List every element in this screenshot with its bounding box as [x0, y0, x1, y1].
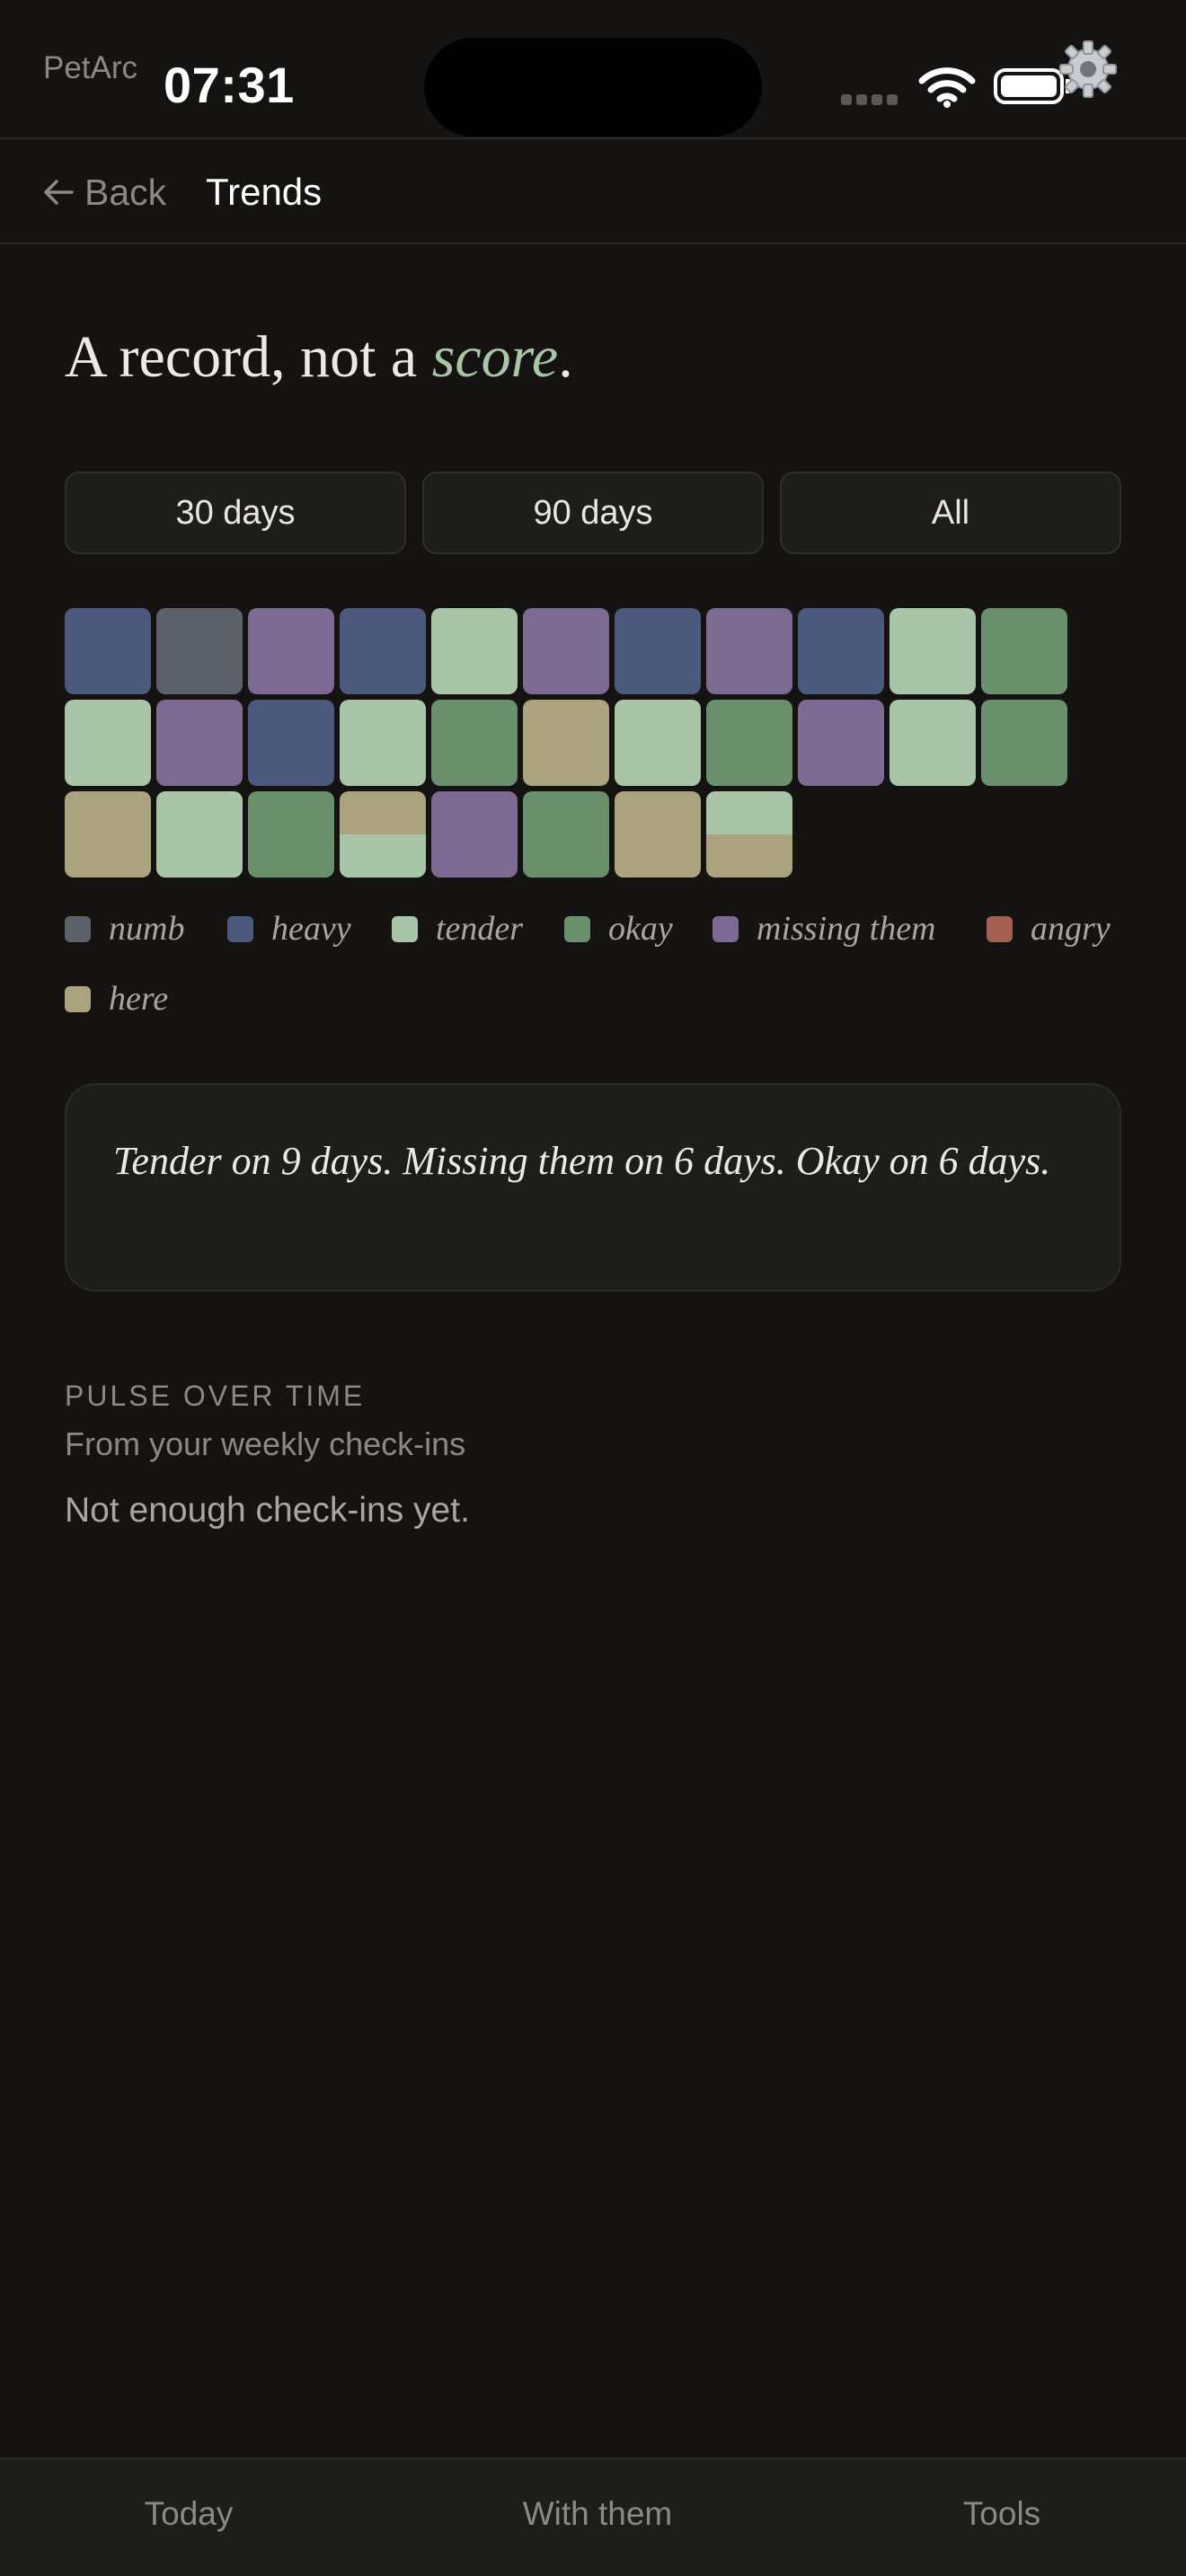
range-tab-label: All	[931, 493, 970, 532]
calendar-day-cell[interactable]	[981, 700, 1067, 786]
tab-today[interactable]: Today	[99, 2495, 279, 2533]
calendar-day-cell[interactable]	[340, 608, 426, 694]
calendar-day-cell[interactable]	[706, 700, 792, 786]
legend-label: okay	[608, 910, 673, 948]
arrow-left-icon	[44, 180, 74, 205]
range-tab-label: 90 days	[533, 493, 653, 532]
legend-label: tender	[436, 910, 524, 948]
calendar-day-cell[interactable]	[431, 608, 518, 694]
nav-divider	[0, 243, 1186, 244]
legend-swatch	[65, 915, 91, 942]
legend-item: numb	[65, 909, 184, 948]
tab-tools[interactable]: Tools	[912, 2495, 1092, 2533]
headline: A record, not a score.	[65, 323, 573, 392]
legend-swatch	[227, 915, 253, 942]
tab-with-them[interactable]: With them	[485, 2495, 710, 2533]
calendar-day-mood-bottom	[706, 834, 792, 878]
summary-text: Tender on 9 days. Missing them on 6 days…	[113, 1139, 1051, 1183]
range-tab-all[interactable]: All	[780, 472, 1121, 554]
calendar-day-cell[interactable]	[981, 608, 1067, 694]
legend-item: tender	[392, 909, 523, 948]
calendar-day-cell[interactable]	[890, 608, 976, 694]
status-bar: PetArc 07:31	[0, 0, 1186, 138]
calendar-day-cell[interactable]	[615, 608, 701, 694]
calendar-day-cell[interactable]	[248, 700, 334, 786]
calendar-day-cell[interactable]	[523, 791, 609, 878]
legend-label: numb	[109, 910, 185, 948]
calendar-day-cell[interactable]	[706, 608, 792, 694]
calendar-day-cell[interactable]	[156, 791, 243, 878]
pulse-section-label: PULSE OVER TIME	[65, 1380, 366, 1412]
calendar-day-cell[interactable]	[340, 791, 426, 878]
pulse-empty-message: Not enough check-ins yet.	[65, 1491, 470, 1530]
calendar-day-mood-top	[340, 791, 426, 834]
headline-emphasis: score	[431, 324, 559, 390]
app-name: PetArc	[43, 50, 138, 85]
calendar-day-cell[interactable]	[248, 791, 334, 878]
pulse-section-subtitle: From your weekly check-ins	[65, 1425, 466, 1462]
calendar-day-mood-top	[706, 791, 792, 834]
legend-label: here	[109, 980, 169, 1018]
range-tab-90-days[interactable]: 90 days	[422, 472, 764, 554]
calendar-day-cell[interactable]	[65, 791, 151, 878]
calendar-day-cell[interactable]	[65, 700, 151, 786]
calendar-day-cell[interactable]	[706, 791, 792, 878]
calendar-day-cell[interactable]	[431, 700, 518, 786]
legend-swatch	[712, 915, 739, 942]
calendar-day-cell[interactable]	[890, 700, 976, 786]
calendar-day-cell[interactable]	[523, 608, 609, 694]
status-divider	[0, 137, 1186, 139]
headline-end: .	[558, 324, 573, 390]
legend-label: heavy	[271, 910, 351, 948]
range-tab-label: 30 days	[175, 493, 296, 532]
calendar-day-cell[interactable]	[431, 791, 518, 878]
calendar-day-cell[interactable]	[523, 700, 609, 786]
range-tab-30-days[interactable]: 30 days	[65, 472, 406, 554]
calendar-day-cell[interactable]	[248, 608, 334, 694]
calendar-day-cell[interactable]	[615, 700, 701, 786]
legend-item: here	[65, 979, 168, 1019]
mood-calendar-grid	[65, 608, 1125, 879]
calendar-day-cell[interactable]	[798, 700, 884, 786]
wifi-icon	[918, 67, 976, 108]
summary-card: Tender on 9 days. Missing them on 6 days…	[65, 1083, 1121, 1292]
page-title: Trends	[206, 171, 323, 213]
legend-item: angry	[987, 909, 1111, 948]
bottom-tab-bar: Today With them Tools	[0, 2457, 1186, 2576]
legend-item: heavy	[227, 909, 351, 948]
dynamic-island	[424, 38, 762, 137]
calendar-day-cell[interactable]	[340, 700, 426, 786]
cellular-signal-icon	[841, 94, 902, 107]
trends-screen: PetArc 07:31 Back Trends A record, not a…	[0, 0, 1186, 2576]
calendar-day-mood-bottom	[340, 834, 426, 878]
legend-item: missing them	[712, 909, 936, 948]
calendar-day-cell[interactable]	[156, 700, 243, 786]
legend-label: missing them	[757, 910, 936, 948]
back-label: Back	[84, 171, 167, 213]
gear-icon[interactable]	[1058, 40, 1118, 99]
legend-swatch	[392, 915, 418, 942]
back-button[interactable]: Back	[43, 165, 166, 219]
calendar-day-cell[interactable]	[798, 608, 884, 694]
headline-text: A record, not a	[65, 324, 432, 390]
legend-label: angry	[1031, 910, 1111, 948]
calendar-day-cell[interactable]	[615, 791, 701, 878]
calendar-day-cell[interactable]	[65, 608, 151, 694]
legend-swatch	[65, 985, 91, 1012]
legend-swatch	[987, 915, 1013, 942]
status-clock: 07:31	[164, 57, 295, 113]
legend-swatch	[564, 915, 590, 942]
battery-icon	[994, 68, 1064, 104]
calendar-day-cell[interactable]	[156, 608, 243, 694]
legend-item: okay	[564, 909, 673, 948]
